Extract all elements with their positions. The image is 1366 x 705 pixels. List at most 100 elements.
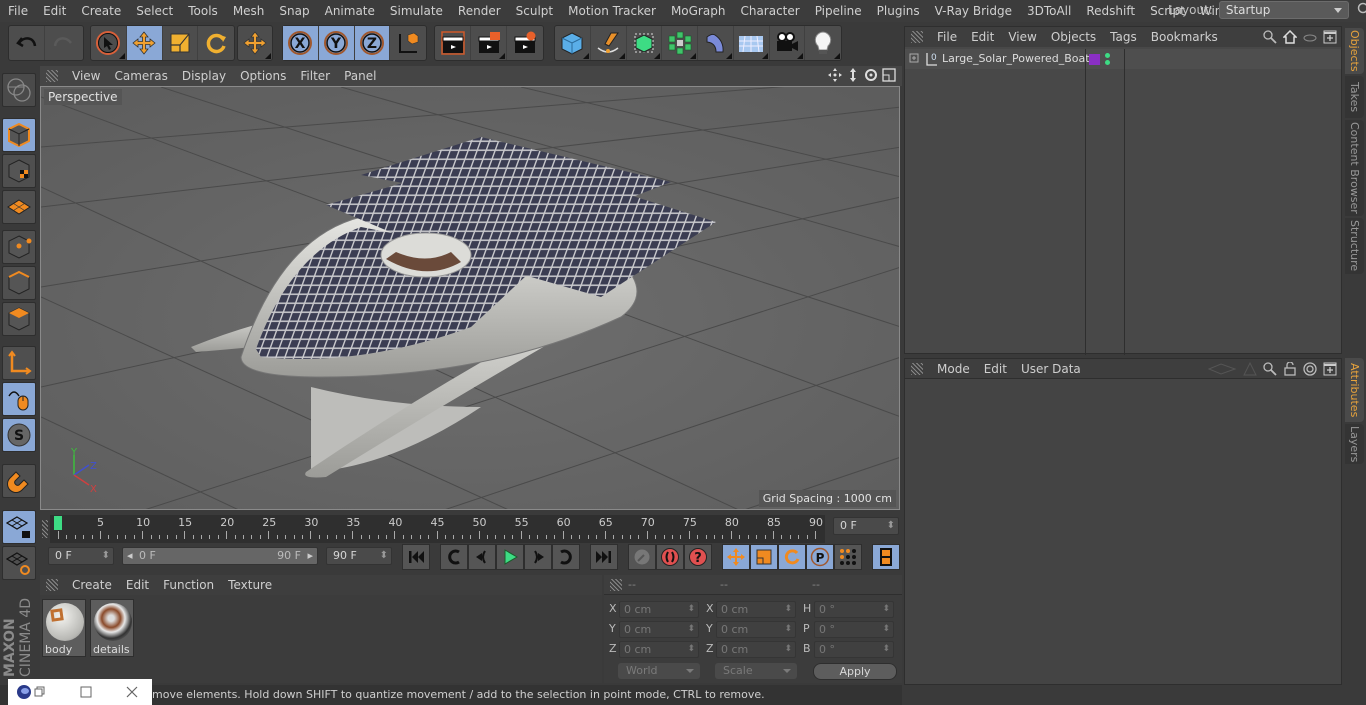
back-arrow-icon[interactable] xyxy=(1207,362,1237,376)
material-menu-function[interactable]: Function xyxy=(157,578,222,592)
viewport-menu-options[interactable]: Options xyxy=(234,69,294,83)
menu-vray-bridge[interactable]: V-Ray Bridge xyxy=(927,4,1019,18)
viewport-menu-filter[interactable]: Filter xyxy=(294,69,338,83)
end-frame-field[interactable]: 90 F xyxy=(326,547,392,565)
deformer-button[interactable] xyxy=(698,26,734,60)
material-menu-edit[interactable]: Edit xyxy=(120,578,157,592)
render-view-button[interactable] xyxy=(435,26,471,60)
tab-layers[interactable]: Layers xyxy=(1345,424,1364,464)
menu-create[interactable]: Create xyxy=(73,4,128,18)
tab-attributes[interactable]: Attributes xyxy=(1345,358,1364,422)
timeline-window-button[interactable] xyxy=(872,544,900,570)
viewport-menu-panel[interactable]: Panel xyxy=(338,69,384,83)
menu-3dtoall[interactable]: 3DToAll xyxy=(1019,4,1078,18)
range-right-arrow[interactable]: ▸ xyxy=(307,548,313,564)
previous-frame-button[interactable] xyxy=(468,544,496,570)
light-button[interactable] xyxy=(805,26,841,60)
y-axis-lock-button[interactable]: Y xyxy=(318,26,355,60)
apply-button[interactable]: Apply xyxy=(813,663,897,680)
object-menu-bookmarks[interactable]: Bookmarks xyxy=(1145,30,1226,44)
next-keyframe-button[interactable] xyxy=(552,544,580,570)
auto-keying-button[interactable] xyxy=(656,544,684,570)
camera-label[interactable]: Perspective xyxy=(44,89,122,105)
go-to-start-button[interactable] xyxy=(402,544,430,570)
rot-h-field[interactable]: 0 ° xyxy=(814,601,894,618)
cinema4d-app-icon[interactable] xyxy=(16,684,32,700)
last-tool-button[interactable] xyxy=(238,26,272,60)
object-menu-edit[interactable]: Edit xyxy=(965,30,1002,44)
menu-select[interactable]: Select xyxy=(128,4,180,18)
axis-mode-button[interactable] xyxy=(2,346,36,380)
attribute-menu-user-data[interactable]: User Data xyxy=(1015,362,1089,376)
camera-button[interactable] xyxy=(770,26,806,60)
tweak-mode-button[interactable] xyxy=(2,382,36,416)
search-icon[interactable] xyxy=(1263,362,1277,376)
texture-mode-button[interactable] xyxy=(2,154,36,188)
subdivision-surface-button[interactable] xyxy=(627,26,663,60)
key-position-button[interactable] xyxy=(722,544,750,570)
rotate-view-icon[interactable] xyxy=(864,68,878,82)
record-keys-disabled-button[interactable] xyxy=(628,544,656,570)
size-z-field[interactable]: 0 cm xyxy=(716,641,796,658)
menu-snap[interactable]: Snap xyxy=(271,4,316,18)
layout-dropdown[interactable]: Startup xyxy=(1218,1,1349,19)
range-left-arrow[interactable]: ◂ xyxy=(127,548,133,564)
key-rotation-button[interactable] xyxy=(778,544,806,570)
object-menu-objects[interactable]: Objects xyxy=(1045,30,1104,44)
pen-spline-button[interactable] xyxy=(591,26,627,60)
rot-b-field[interactable]: 0 ° xyxy=(814,641,894,658)
object-row[interactable]: 0 Large_Solar_Powered_Boat xyxy=(905,49,1341,355)
viewport-menu-display[interactable]: Display xyxy=(176,69,234,83)
points-mode-button[interactable] xyxy=(2,230,36,264)
menu-mesh[interactable]: Mesh xyxy=(225,4,272,18)
key-point-level-button[interactable] xyxy=(834,544,862,570)
pan-view-icon[interactable] xyxy=(828,68,842,82)
frame-range-slider[interactable]: ◂ 0 F 90 F ▸ xyxy=(122,547,318,565)
tab-structure[interactable]: Structure xyxy=(1345,218,1364,274)
render-settings-button[interactable] xyxy=(507,26,543,60)
x-axis-lock-button[interactable]: X xyxy=(283,26,319,60)
model-mode-button[interactable] xyxy=(2,118,36,152)
workplane-mode-button[interactable] xyxy=(2,190,36,224)
up-arrow-icon[interactable] xyxy=(1243,362,1257,376)
workplane-lock-button[interactable] xyxy=(2,510,36,544)
menu-plugins[interactable]: Plugins xyxy=(869,4,927,18)
panel-grip[interactable] xyxy=(46,579,58,591)
key-parameter-button[interactable]: P xyxy=(806,544,834,570)
attribute-menu-mode[interactable]: Mode xyxy=(931,362,978,376)
3d-viewport[interactable]: Y Z X Perspective Grid Spacing : 1000 cm xyxy=(40,86,900,510)
edges-mode-button[interactable] xyxy=(2,266,36,300)
new-panel-icon[interactable] xyxy=(1323,30,1337,44)
object-menu-file[interactable]: File xyxy=(931,30,965,44)
live-selection-button[interactable] xyxy=(91,26,127,60)
timeline-ruler[interactable]: 051015202530354045505560657075808590 xyxy=(50,515,825,543)
editor-visibility-dot[interactable] xyxy=(1105,53,1110,58)
panel-grip[interactable] xyxy=(911,31,923,43)
viewport-menu-cameras[interactable]: Cameras xyxy=(108,69,175,83)
search-icon[interactable] xyxy=(1263,30,1277,44)
current-frame-field[interactable]: 0 F xyxy=(833,517,899,535)
oval-icon[interactable] xyxy=(1303,30,1317,44)
menu-motion-tracker[interactable]: Motion Tracker xyxy=(560,4,663,18)
start-frame-field[interactable]: 0 F xyxy=(48,547,114,565)
go-to-end-button[interactable] xyxy=(590,544,618,570)
maximize-icon[interactable] xyxy=(80,686,92,698)
object-menu-view[interactable]: View xyxy=(1002,30,1044,44)
pos-z-field[interactable]: 0 cm xyxy=(619,641,699,658)
menu-redshift[interactable]: Redshift xyxy=(1078,4,1142,18)
target-icon[interactable] xyxy=(1303,362,1317,376)
play-button[interactable] xyxy=(496,544,524,570)
render-visibility-dot[interactable] xyxy=(1105,60,1110,65)
playhead[interactable] xyxy=(54,516,62,530)
search-icon[interactable] xyxy=(1357,2,1366,18)
previous-keyframe-button[interactable] xyxy=(440,544,468,570)
solo-mode-button[interactable]: S xyxy=(2,418,36,452)
lock-icon[interactable] xyxy=(1283,362,1297,376)
cube-button[interactable] xyxy=(555,26,591,60)
layer-color-swatch[interactable] xyxy=(1089,54,1100,65)
material-menu-texture[interactable]: Texture xyxy=(222,578,280,592)
next-frame-button[interactable] xyxy=(524,544,552,570)
pos-x-field[interactable]: 0 cm xyxy=(619,601,699,618)
move-tool-button[interactable] xyxy=(126,26,163,60)
workplane-align-button[interactable] xyxy=(2,546,36,580)
